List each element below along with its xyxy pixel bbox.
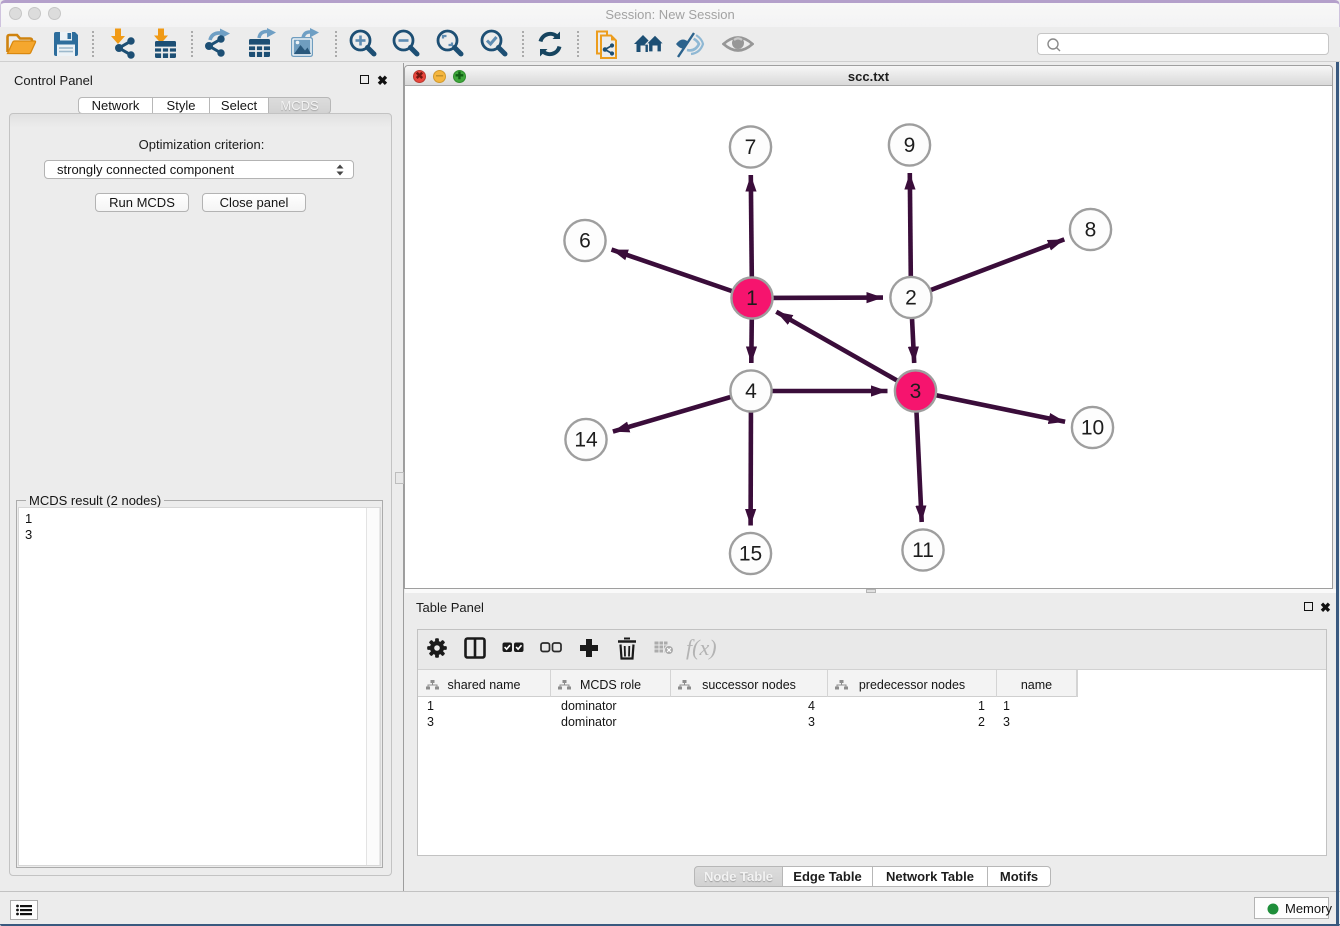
svg-text:6: 6 xyxy=(579,230,591,253)
svg-text:3: 3 xyxy=(910,380,922,403)
svg-text:9: 9 xyxy=(904,134,916,157)
svg-text:7: 7 xyxy=(745,136,757,159)
svg-text:2: 2 xyxy=(905,287,917,310)
svg-text:10: 10 xyxy=(1081,417,1104,440)
svg-text:15: 15 xyxy=(739,543,762,566)
svg-text:4: 4 xyxy=(745,380,757,403)
svg-text:11: 11 xyxy=(912,539,934,562)
svg-text:8: 8 xyxy=(1085,219,1097,242)
svg-text:1: 1 xyxy=(746,287,758,310)
svg-text:14: 14 xyxy=(574,429,598,452)
